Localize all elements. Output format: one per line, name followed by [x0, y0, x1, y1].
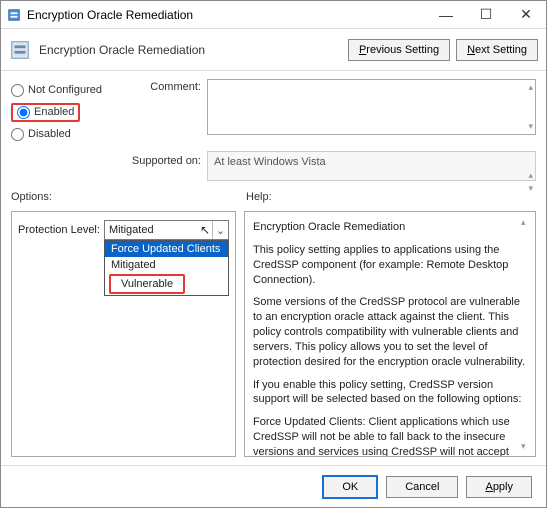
previous-setting-button[interactable]: Previous Setting — [348, 39, 450, 61]
supported-on-value: At least Windows Vista ▴▾ — [207, 151, 536, 181]
option-vulnerable[interactable]: Vulnerable — [115, 276, 179, 292]
window-title: Encryption Oracle Remediation — [27, 8, 426, 22]
highlight-vulnerable: Vulnerable — [109, 274, 185, 294]
option-mitigated[interactable]: Mitigated — [105, 257, 228, 273]
supported-on-text: At least Windows Vista — [214, 156, 326, 168]
options-heading: Options: — [11, 191, 246, 203]
comment-label: Comment: — [131, 79, 201, 145]
close-button[interactable]: ✕ — [506, 1, 546, 29]
ok-button[interactable]: OK — [322, 475, 378, 499]
option-force-updated-clients[interactable]: Force Updated Clients — [105, 241, 228, 257]
radio-not-configured[interactable]: Not Configured — [11, 79, 131, 101]
help-heading: Help: — [246, 191, 536, 203]
help-p4: Force Updated Clients: Client applicatio… — [253, 415, 527, 457]
chevron-down-icon[interactable]: ⌄ — [212, 221, 228, 239]
comment-scroll[interactable]: ▴▾ — [528, 80, 533, 134]
highlight-enabled: Enabled — [11, 103, 80, 122]
options-panel: Protection Level: Mitigated ↖ ⌄ Force Up… — [11, 211, 236, 457]
policy-header-icon — [9, 39, 31, 61]
config-row: Not Configured Enabled Disabled Comment:… — [1, 71, 546, 149]
protection-level-combo[interactable]: Mitigated ↖ ⌄ Force Updated Clients Miti… — [104, 220, 229, 240]
help-p3: If you enable this policy setting, CredS… — [253, 378, 527, 408]
cursor-icon: ↖ — [200, 223, 210, 237]
help-p1: This policy setting applies to applicati… — [253, 243, 527, 288]
minimize-button[interactable]: — — [426, 1, 466, 29]
header-row: Encryption Oracle Remediation Previous S… — [1, 29, 546, 71]
radio-disabled-label: Disabled — [28, 128, 71, 140]
apply-button[interactable]: Apply — [466, 476, 532, 498]
footer: OK Cancel Apply — [1, 465, 546, 507]
titlebar: Encryption Oracle Remediation — ☐ ✕ — [1, 1, 546, 29]
protection-level-dropdown: Force Updated Clients Mitigated Vulnerab… — [104, 240, 229, 296]
combo-display[interactable]: Mitigated ↖ ⌄ — [104, 220, 229, 240]
supported-scroll: ▴▾ — [528, 168, 533, 196]
radio-not-configured-label: Not Configured — [28, 84, 102, 96]
section-labels: Options: Help: — [1, 189, 546, 205]
help-title: Encryption Oracle Remediation — [253, 220, 527, 235]
panels: Protection Level: Mitigated ↖ ⌄ Force Up… — [1, 205, 546, 465]
radio-disabled[interactable]: Disabled — [11, 123, 131, 145]
help-panel: Encryption Oracle Remediation This polic… — [244, 211, 536, 457]
supported-on-label: Supported on: — [11, 151, 201, 167]
supported-row: Supported on: At least Windows Vista ▴▾ — [1, 149, 546, 189]
help-scrollbar[interactable]: ▴▾ — [521, 212, 533, 456]
protection-level-label: Protection Level: — [18, 224, 100, 236]
maximize-button[interactable]: ☐ — [466, 1, 506, 29]
comment-textbox[interactable]: ▴▾ — [207, 79, 536, 135]
help-p2: Some versions of the CredSSP protocol ar… — [253, 295, 527, 369]
radio-not-configured-input[interactable] — [11, 84, 24, 97]
next-setting-button[interactable]: Next Setting — [456, 39, 538, 61]
radio-enabled-label: Enabled — [34, 106, 74, 118]
radio-disabled-input[interactable] — [11, 128, 24, 141]
state-radios: Not Configured Enabled Disabled — [11, 79, 131, 145]
combo-selected-value: Mitigated — [109, 224, 154, 236]
policy-icon — [7, 8, 21, 22]
page-title: Encryption Oracle Remediation — [39, 43, 348, 57]
radio-enabled-input[interactable] — [17, 106, 30, 119]
cancel-button[interactable]: Cancel — [386, 476, 458, 498]
policy-dialog: Encryption Oracle Remediation — ☐ ✕ Encr… — [0, 0, 547, 508]
